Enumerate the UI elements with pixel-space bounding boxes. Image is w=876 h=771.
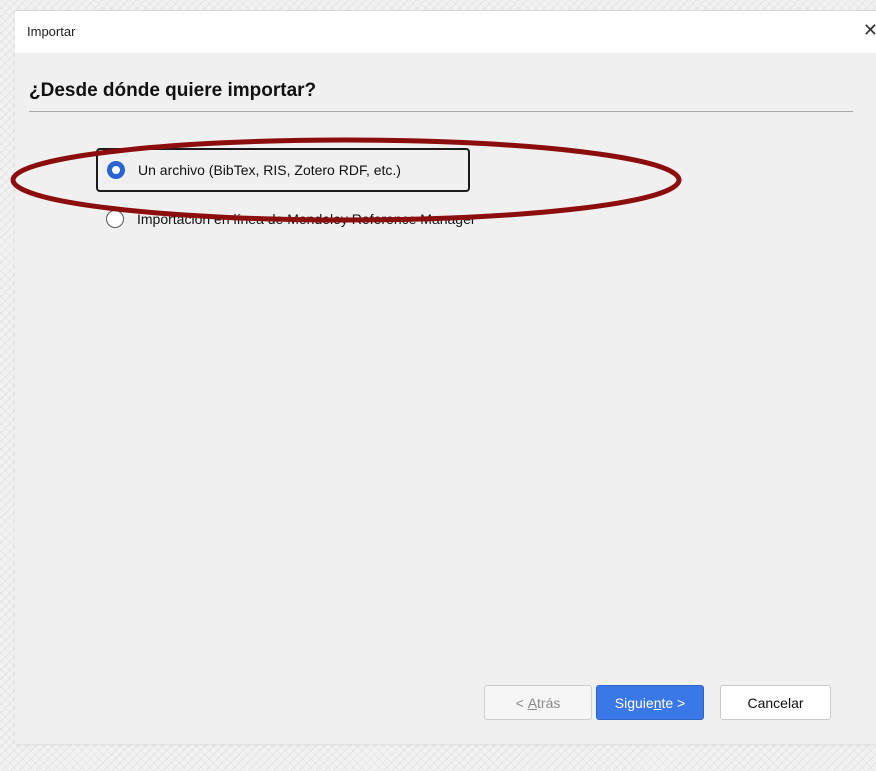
option-mendeley[interactable]: Importación en línea de Mendeley Referen… (106, 208, 476, 230)
radio-checked-icon[interactable] (107, 161, 125, 179)
back-button-mnemonic: A (527, 694, 538, 711)
heading-divider (29, 111, 853, 112)
title-bar: Importar ✕ (15, 11, 876, 53)
window-title: Importar (27, 24, 76, 39)
next-button-rest: te > (661, 694, 686, 711)
cancel-button[interactable]: Cancelar (720, 685, 831, 720)
close-icon[interactable]: ✕ (863, 21, 876, 39)
back-button-prefix: < (515, 694, 528, 711)
radio-unchecked-icon[interactable] (106, 210, 124, 228)
next-button[interactable]: Siguie n te > (596, 685, 704, 720)
next-button-prefix: Siguie (614, 694, 654, 711)
option-file[interactable]: Un archivo (BibTex, RIS, Zotero RDF, etc… (96, 148, 470, 192)
option-mendeley-label: Importación en línea de Mendeley Referen… (137, 211, 476, 227)
back-button[interactable]: < Atrás (484, 685, 592, 720)
page-heading: ¿Desde dónde quiere importar? (29, 80, 317, 101)
import-dialog: Importar ✕ (15, 10, 876, 744)
option-file-label: Un archivo (BibTex, RIS, Zotero RDF, etc… (138, 162, 401, 178)
back-button-rest: trás (537, 694, 561, 711)
next-button-mnemonic: n (653, 694, 662, 711)
